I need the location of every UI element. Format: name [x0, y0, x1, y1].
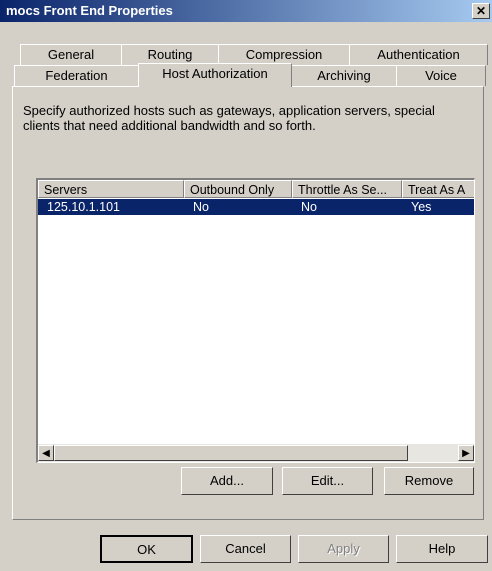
scroll-thumb[interactable] — [54, 445, 408, 461]
scroll-left-icon[interactable]: ◀ — [38, 445, 54, 461]
horizontal-scrollbar[interactable]: ◀ ▶ — [38, 444, 474, 462]
edit-button[interactable]: Edit... — [282, 467, 373, 495]
column-header-throttle[interactable]: Throttle As Se... — [292, 180, 402, 198]
add-button[interactable]: Add... — [181, 467, 273, 495]
column-header-outbound-only[interactable]: Outbound Only — [184, 180, 292, 198]
ok-button[interactable]: OK — [100, 535, 193, 563]
cell-server: 125.10.1.101 — [47, 200, 120, 214]
apply-button: Apply — [298, 535, 389, 563]
tab-federation[interactable]: Federation — [14, 65, 139, 86]
column-header-servers[interactable]: Servers — [38, 180, 184, 198]
title-bar: mocs Front End Properties ✕ — [0, 0, 492, 22]
table-row[interactable]: 125.10.1.101 No No Yes — [38, 199, 474, 215]
remove-button[interactable]: Remove — [384, 467, 474, 495]
close-button[interactable]: ✕ — [472, 3, 490, 19]
cell-throttle: No — [301, 200, 317, 214]
tab-authentication[interactable]: Authentication — [349, 44, 488, 65]
cell-treat-as: Yes — [411, 200, 432, 214]
tab-host-authorization[interactable]: Host Authorization — [138, 63, 292, 87]
tab-voice[interactable]: Voice — [396, 65, 486, 86]
description-text: Specify authorized hosts such as gateway… — [23, 103, 435, 133]
authorized-hosts-list[interactable]: Servers Outbound Only Throttle As Se... … — [36, 178, 475, 463]
properties-dialog: mocs Front End Properties ✕ General Rout… — [0, 0, 492, 571]
cancel-button[interactable]: Cancel — [200, 535, 291, 563]
scroll-right-icon[interactable]: ▶ — [458, 445, 474, 461]
window-title: mocs Front End Properties — [6, 3, 173, 18]
tab-compression[interactable]: Compression — [218, 44, 350, 65]
tab-routing[interactable]: Routing — [121, 44, 219, 65]
help-button[interactable]: Help — [396, 535, 488, 563]
tab-general[interactable]: General — [20, 44, 122, 65]
cell-outbound-only: No — [193, 200, 209, 214]
tab-archiving[interactable]: Archiving — [291, 65, 397, 86]
column-header-treat-as[interactable]: Treat As A — [402, 180, 474, 198]
